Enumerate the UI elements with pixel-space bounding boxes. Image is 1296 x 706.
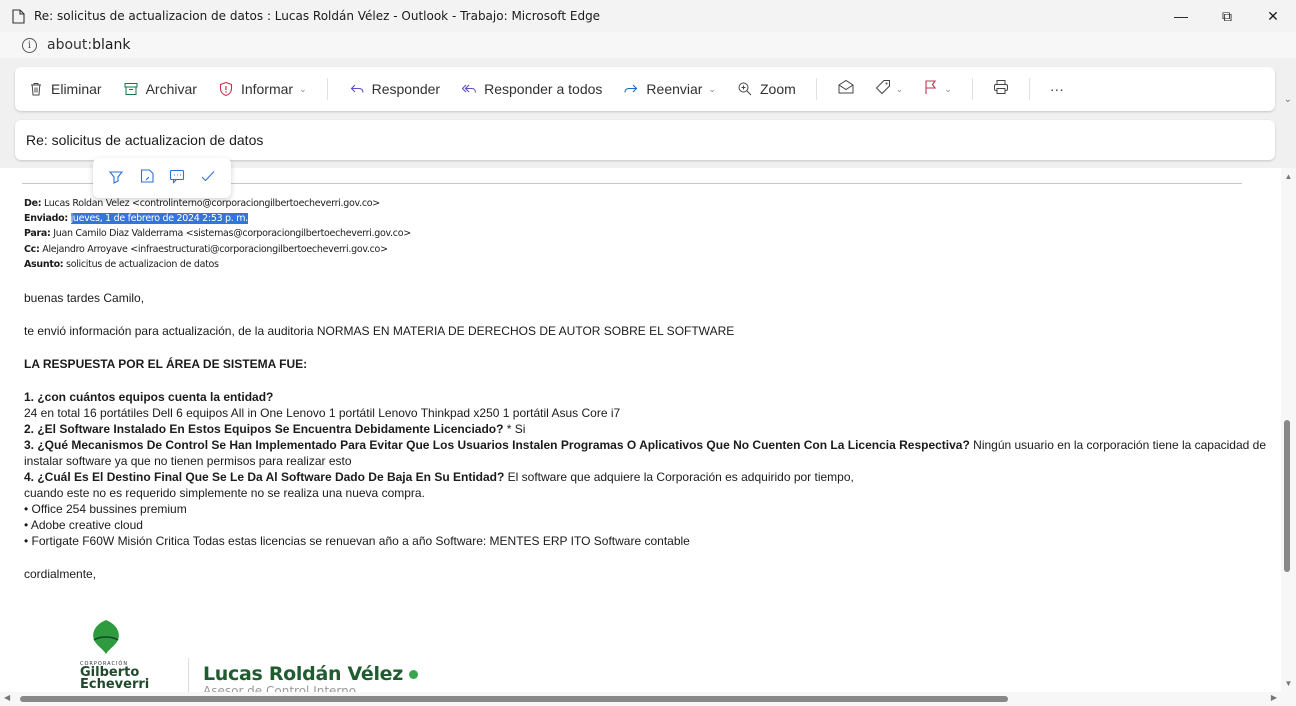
scrollbar-corner bbox=[1281, 692, 1296, 706]
forward-icon bbox=[622, 80, 640, 98]
flag-button[interactable]: ⌄ bbox=[923, 79, 952, 100]
signature-name: Lucas Roldán Vélez bbox=[203, 663, 419, 685]
subject-title: Re: solicitus de actualizacion de datos bbox=[26, 132, 264, 148]
to-line: Para: Juan Camilo Diaz Valderrama <siste… bbox=[24, 228, 411, 240]
answer-1: 24 en total 16 portátiles Dell 6 equipos… bbox=[24, 406, 621, 421]
chevron-down-icon[interactable]: ⌄ bbox=[896, 84, 904, 95]
reply-all-icon bbox=[460, 80, 478, 98]
reading-pane: De: Lucas Roldan Velez <controlinterno@c… bbox=[0, 168, 1281, 692]
highlighter-icon[interactable] bbox=[108, 168, 124, 189]
email-signature: CORPORACIÓN Gilberto Echeverri Lucas Rol… bbox=[60, 618, 500, 692]
zoom-label: Zoom bbox=[760, 81, 796, 97]
toolbar-divider bbox=[815, 78, 817, 100]
minimize-button[interactable]: — bbox=[1158, 0, 1204, 32]
trash-icon bbox=[27, 80, 45, 98]
subject-bar: Re: solicitus de actualizacion de datos bbox=[15, 120, 1275, 160]
toolbar-divider bbox=[971, 78, 973, 100]
more-actions-button[interactable]: ··· bbox=[1050, 81, 1064, 97]
chevron-down-icon[interactable]: ⌄ bbox=[708, 84, 716, 95]
categorize-button[interactable]: ⌄ bbox=[875, 79, 904, 100]
report-button[interactable]: Informar ⌄ bbox=[217, 80, 307, 98]
horizontal-scrollbar[interactable]: ◀ ▶ bbox=[0, 692, 1281, 706]
reply-all-label: Responder a todos bbox=[484, 81, 603, 97]
tag-icon bbox=[875, 79, 891, 100]
status-dot-icon bbox=[409, 670, 419, 679]
printer-icon bbox=[993, 79, 1009, 100]
signature-divider bbox=[188, 658, 189, 692]
vertical-scroll-thumb[interactable] bbox=[1284, 420, 1290, 572]
answer-heading: LA RESPUESTA POR EL ÁREA DE SISTEMA FUE: bbox=[24, 357, 308, 372]
reply-icon bbox=[348, 80, 366, 98]
intro-paragraph: te envió información para actualización,… bbox=[24, 324, 735, 339]
checkmark-icon[interactable] bbox=[200, 168, 216, 189]
comment-icon[interactable] bbox=[169, 168, 185, 189]
forward-label: Reenviar bbox=[646, 81, 703, 97]
scroll-left-icon[interactable]: ◀ bbox=[4, 693, 10, 702]
toolbar-divider bbox=[1028, 78, 1030, 100]
address-bar: i about:blank bbox=[0, 32, 1296, 58]
mark-read-button[interactable] bbox=[837, 79, 855, 100]
flag-icon bbox=[923, 79, 939, 100]
info-icon[interactable]: i bbox=[22, 37, 37, 53]
mini-toolbar bbox=[93, 158, 231, 198]
vertical-scrollbar[interactable]: ▲ ▼ bbox=[1281, 168, 1296, 692]
sent-line: Enviado: jueves, 1 de febrero de 2024 2:… bbox=[24, 213, 248, 225]
chevron-down-icon[interactable]: ⌄ bbox=[1284, 94, 1292, 105]
question-1: 1. ¿con cuántos equipos cuenta la entida… bbox=[24, 390, 274, 405]
url-text[interactable]: about:blank bbox=[47, 37, 130, 53]
command-toolbar: Eliminar Archivar Informar ⌄ Responder R… bbox=[15, 67, 1275, 111]
list-item: • Adobe creative cloud bbox=[24, 518, 143, 533]
reply-label: Responder bbox=[371, 81, 441, 97]
closing: cordialmente, bbox=[24, 567, 97, 582]
question-2-line: 2. ¿El Software Instalado En Estos Equip… bbox=[24, 422, 526, 437]
question-4-line: 4. ¿Cuál Es El Destino Final Que Se Le D… bbox=[24, 470, 854, 485]
list-item: • Office 254 bussines premium bbox=[24, 502, 187, 517]
print-button[interactable] bbox=[993, 79, 1009, 100]
scroll-right-icon[interactable]: ▶ bbox=[1271, 693, 1277, 702]
horizontal-scroll-thumb[interactable] bbox=[20, 696, 1008, 702]
zoom-icon bbox=[736, 80, 754, 98]
forward-button[interactable]: Reenviar ⌄ bbox=[622, 80, 716, 98]
archive-button[interactable]: Archivar bbox=[122, 80, 197, 98]
answer-3-continued: instalar software ya que no tienen permi… bbox=[24, 454, 352, 469]
question-3-line: 3. ¿Qué Mecanismos De Control Se Han Imp… bbox=[24, 438, 1267, 453]
corporation-logo-icon bbox=[93, 620, 119, 654]
toolbar-divider bbox=[326, 78, 328, 100]
archive-icon bbox=[122, 80, 140, 98]
close-button[interactable]: ✕ bbox=[1250, 0, 1296, 32]
chevron-down-icon[interactable]: ⌄ bbox=[944, 84, 952, 95]
more-icon: ··· bbox=[1049, 81, 1064, 97]
signature-role: Asesor de Control Interno bbox=[203, 684, 357, 692]
envelope-open-icon bbox=[837, 79, 855, 100]
list-item: • Fortigate F60W Misión Critica Todas es… bbox=[24, 534, 690, 549]
selected-text[interactable]: jueves, 1 de febrero de 2024 2:53 p. m. bbox=[70, 213, 248, 225]
delete-label: Eliminar bbox=[51, 81, 102, 97]
corporation-logo-text: CORPORACIÓN Gilberto Echeverri bbox=[80, 661, 150, 692]
answer-4-continued: cuando este no es requerido simplemente … bbox=[24, 486, 425, 501]
delete-button[interactable]: Eliminar bbox=[27, 80, 102, 98]
document-icon bbox=[12, 8, 26, 24]
reply-button[interactable]: Responder bbox=[348, 80, 441, 98]
window-title: Re: solicitus de actualizacion de datos … bbox=[34, 9, 601, 23]
reply-all-button[interactable]: Responder a todos bbox=[460, 80, 602, 98]
from-line: De: Lucas Roldan Velez <controlinterno@c… bbox=[24, 198, 380, 209]
restore-button[interactable]: ⧉ bbox=[1204, 0, 1250, 32]
cc-line: Cc: Alejandro Arroyave <infraestructurat… bbox=[24, 243, 388, 255]
greeting: buenas tardes Camilo, bbox=[24, 291, 145, 306]
title-bar: Re: solicitus de actualizacion de datos … bbox=[0, 0, 1296, 32]
message-body: De: Lucas Roldan Velez <controlinterno@c… bbox=[24, 196, 1266, 582]
shield-alert-icon bbox=[217, 80, 235, 98]
chevron-down-icon[interactable]: ⌄ bbox=[299, 84, 307, 95]
scroll-down-icon[interactable]: ▼ bbox=[1281, 679, 1296, 688]
archive-label: Archivar bbox=[145, 81, 197, 97]
scroll-up-icon[interactable]: ▲ bbox=[1281, 172, 1296, 181]
note-icon[interactable] bbox=[139, 168, 155, 189]
report-label: Informar bbox=[240, 81, 294, 97]
subject-line: Asunto: solicitus de actualizacion de da… bbox=[24, 258, 219, 270]
zoom-button[interactable]: Zoom bbox=[736, 80, 796, 98]
